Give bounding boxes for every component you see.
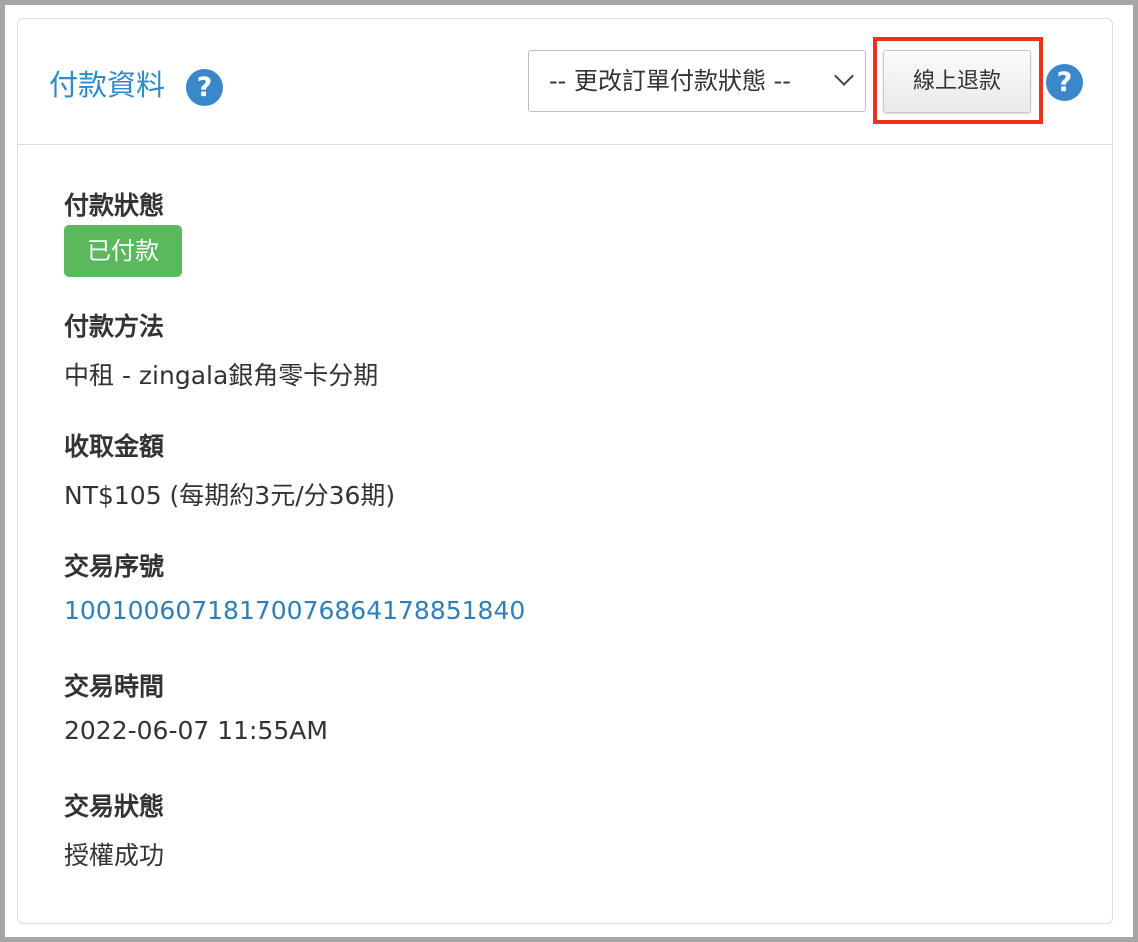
payment-status-select[interactable]: -- 更改訂單付款狀態 -- [528,50,866,112]
payment-status-label: 付款狀態 [64,191,165,220]
payment-method-label: 付款方法 [64,312,165,341]
window-frame: 付款資料 ? -- 更改訂單付款狀態 -- 線上退款 ? 付款狀態 已付款 付款… [5,5,1133,937]
panel-title: 付款資料 [49,68,166,102]
status-select-value: -- 更改訂單付款狀態 -- [549,67,791,95]
amount-label: 收取金額 [64,432,165,461]
transaction-id-label: 交易序號 [64,552,165,581]
transaction-status-label: 交易狀態 [64,792,165,821]
transaction-time-label: 交易時間 [64,672,165,701]
transaction-time-value: 2022-06-07 11:55AM [64,716,328,745]
chevron-down-icon [834,66,854,86]
online-refund-button[interactable]: 線上退款 [883,50,1031,113]
transaction-status-value: 授權成功 [64,841,165,870]
transaction-id-link[interactable]: 100100607181700768641788518​40 [64,596,525,625]
payment-panel: 付款資料 ? -- 更改訂單付款狀態 -- 線上退款 ? 付款狀態 已付款 付款… [17,18,1113,924]
refund-help-icon[interactable]: ? [1046,64,1083,101]
amount-value: NT$105 (每期約3元/分36期) [64,481,396,510]
help-icon[interactable]: ? [186,69,223,106]
payment-method-value: 中租 - zingala銀角零卡分期 [64,361,379,390]
panel-header: 付款資料 ? -- 更改訂單付款狀態 -- 線上退款 ? [18,19,1112,145]
status-badge: 已付款 [64,225,182,277]
